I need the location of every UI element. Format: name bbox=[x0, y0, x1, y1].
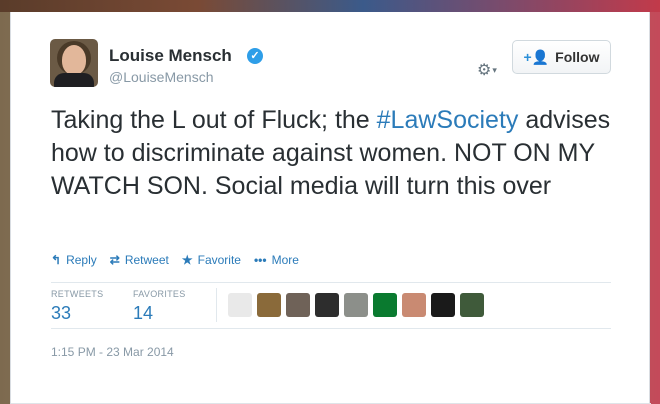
reply-label: Reply bbox=[66, 253, 97, 267]
star-icon: ★ bbox=[181, 253, 193, 267]
follow-label: Follow bbox=[555, 49, 600, 65]
tweet-actions: ↰ Reply ⇄ Retweet ★ Favorite ••• More bbox=[51, 253, 299, 267]
tweet-text-before: Taking the L out of Fluck; the bbox=[51, 106, 377, 134]
reply-button[interactable]: ↰ Reply bbox=[51, 253, 97, 267]
gear-icon[interactable]: ⚙▾ bbox=[477, 60, 497, 80]
favorite-label: Favorite bbox=[197, 253, 241, 267]
hashtag-link[interactable]: #LawSociety bbox=[377, 106, 519, 134]
favoriter-avatar[interactable] bbox=[402, 293, 426, 317]
avatar-shirt bbox=[54, 73, 94, 87]
background-strip bbox=[0, 0, 660, 12]
favorites-label: FAVORITES bbox=[133, 289, 186, 299]
favoriter-avatar[interactable] bbox=[431, 293, 455, 317]
favoriter-avatar[interactable] bbox=[257, 293, 281, 317]
favoriter-avatar[interactable] bbox=[286, 293, 310, 317]
favorite-button[interactable]: ★ Favorite bbox=[182, 253, 241, 267]
favoriter-avatar[interactable] bbox=[344, 293, 368, 317]
retweet-label: Retweet bbox=[124, 253, 169, 267]
favoriter-avatar[interactable] bbox=[460, 293, 484, 317]
retweet-icon: ⇄ bbox=[109, 253, 120, 267]
favoriter-avatar[interactable] bbox=[228, 293, 252, 317]
more-label: More bbox=[271, 253, 299, 267]
favoriter-avatars bbox=[228, 293, 484, 317]
verified-icon: ✓ bbox=[247, 48, 263, 64]
user-handle[interactable]: @LouiseMensch bbox=[109, 69, 214, 85]
divider bbox=[51, 282, 611, 283]
retweet-button[interactable]: ⇄ Retweet bbox=[110, 253, 169, 267]
divider bbox=[51, 328, 611, 329]
retweets-count[interactable]: 33 bbox=[51, 303, 71, 324]
user-name[interactable]: Louise Mensch bbox=[109, 46, 232, 66]
tweet-card: Louise Mensch ✓ @LouiseMensch ⚙▾ +👤 Foll… bbox=[10, 12, 651, 404]
favorites-count[interactable]: 14 bbox=[133, 303, 153, 324]
more-button[interactable]: ••• More bbox=[254, 253, 299, 267]
favoriter-avatar[interactable] bbox=[315, 293, 339, 317]
stats-separator bbox=[216, 288, 217, 322]
retweets-label: RETWEETS bbox=[51, 289, 104, 299]
ellipsis-icon: ••• bbox=[253, 253, 267, 267]
add-user-icon: +👤 bbox=[523, 48, 550, 65]
reply-icon: ↰ bbox=[51, 253, 62, 267]
follow-button[interactable]: +👤 Follow bbox=[512, 40, 611, 74]
chevron-down-icon: ▾ bbox=[492, 65, 497, 76]
avatar[interactable] bbox=[50, 39, 98, 87]
favoriter-avatar[interactable] bbox=[373, 293, 397, 317]
avatar-face bbox=[62, 45, 86, 75]
tweet-text: Taking the L out of Fluck; the #LawSocie… bbox=[51, 104, 631, 203]
timestamp[interactable]: 1:15 PM - 23 Mar 2014 bbox=[51, 345, 174, 359]
